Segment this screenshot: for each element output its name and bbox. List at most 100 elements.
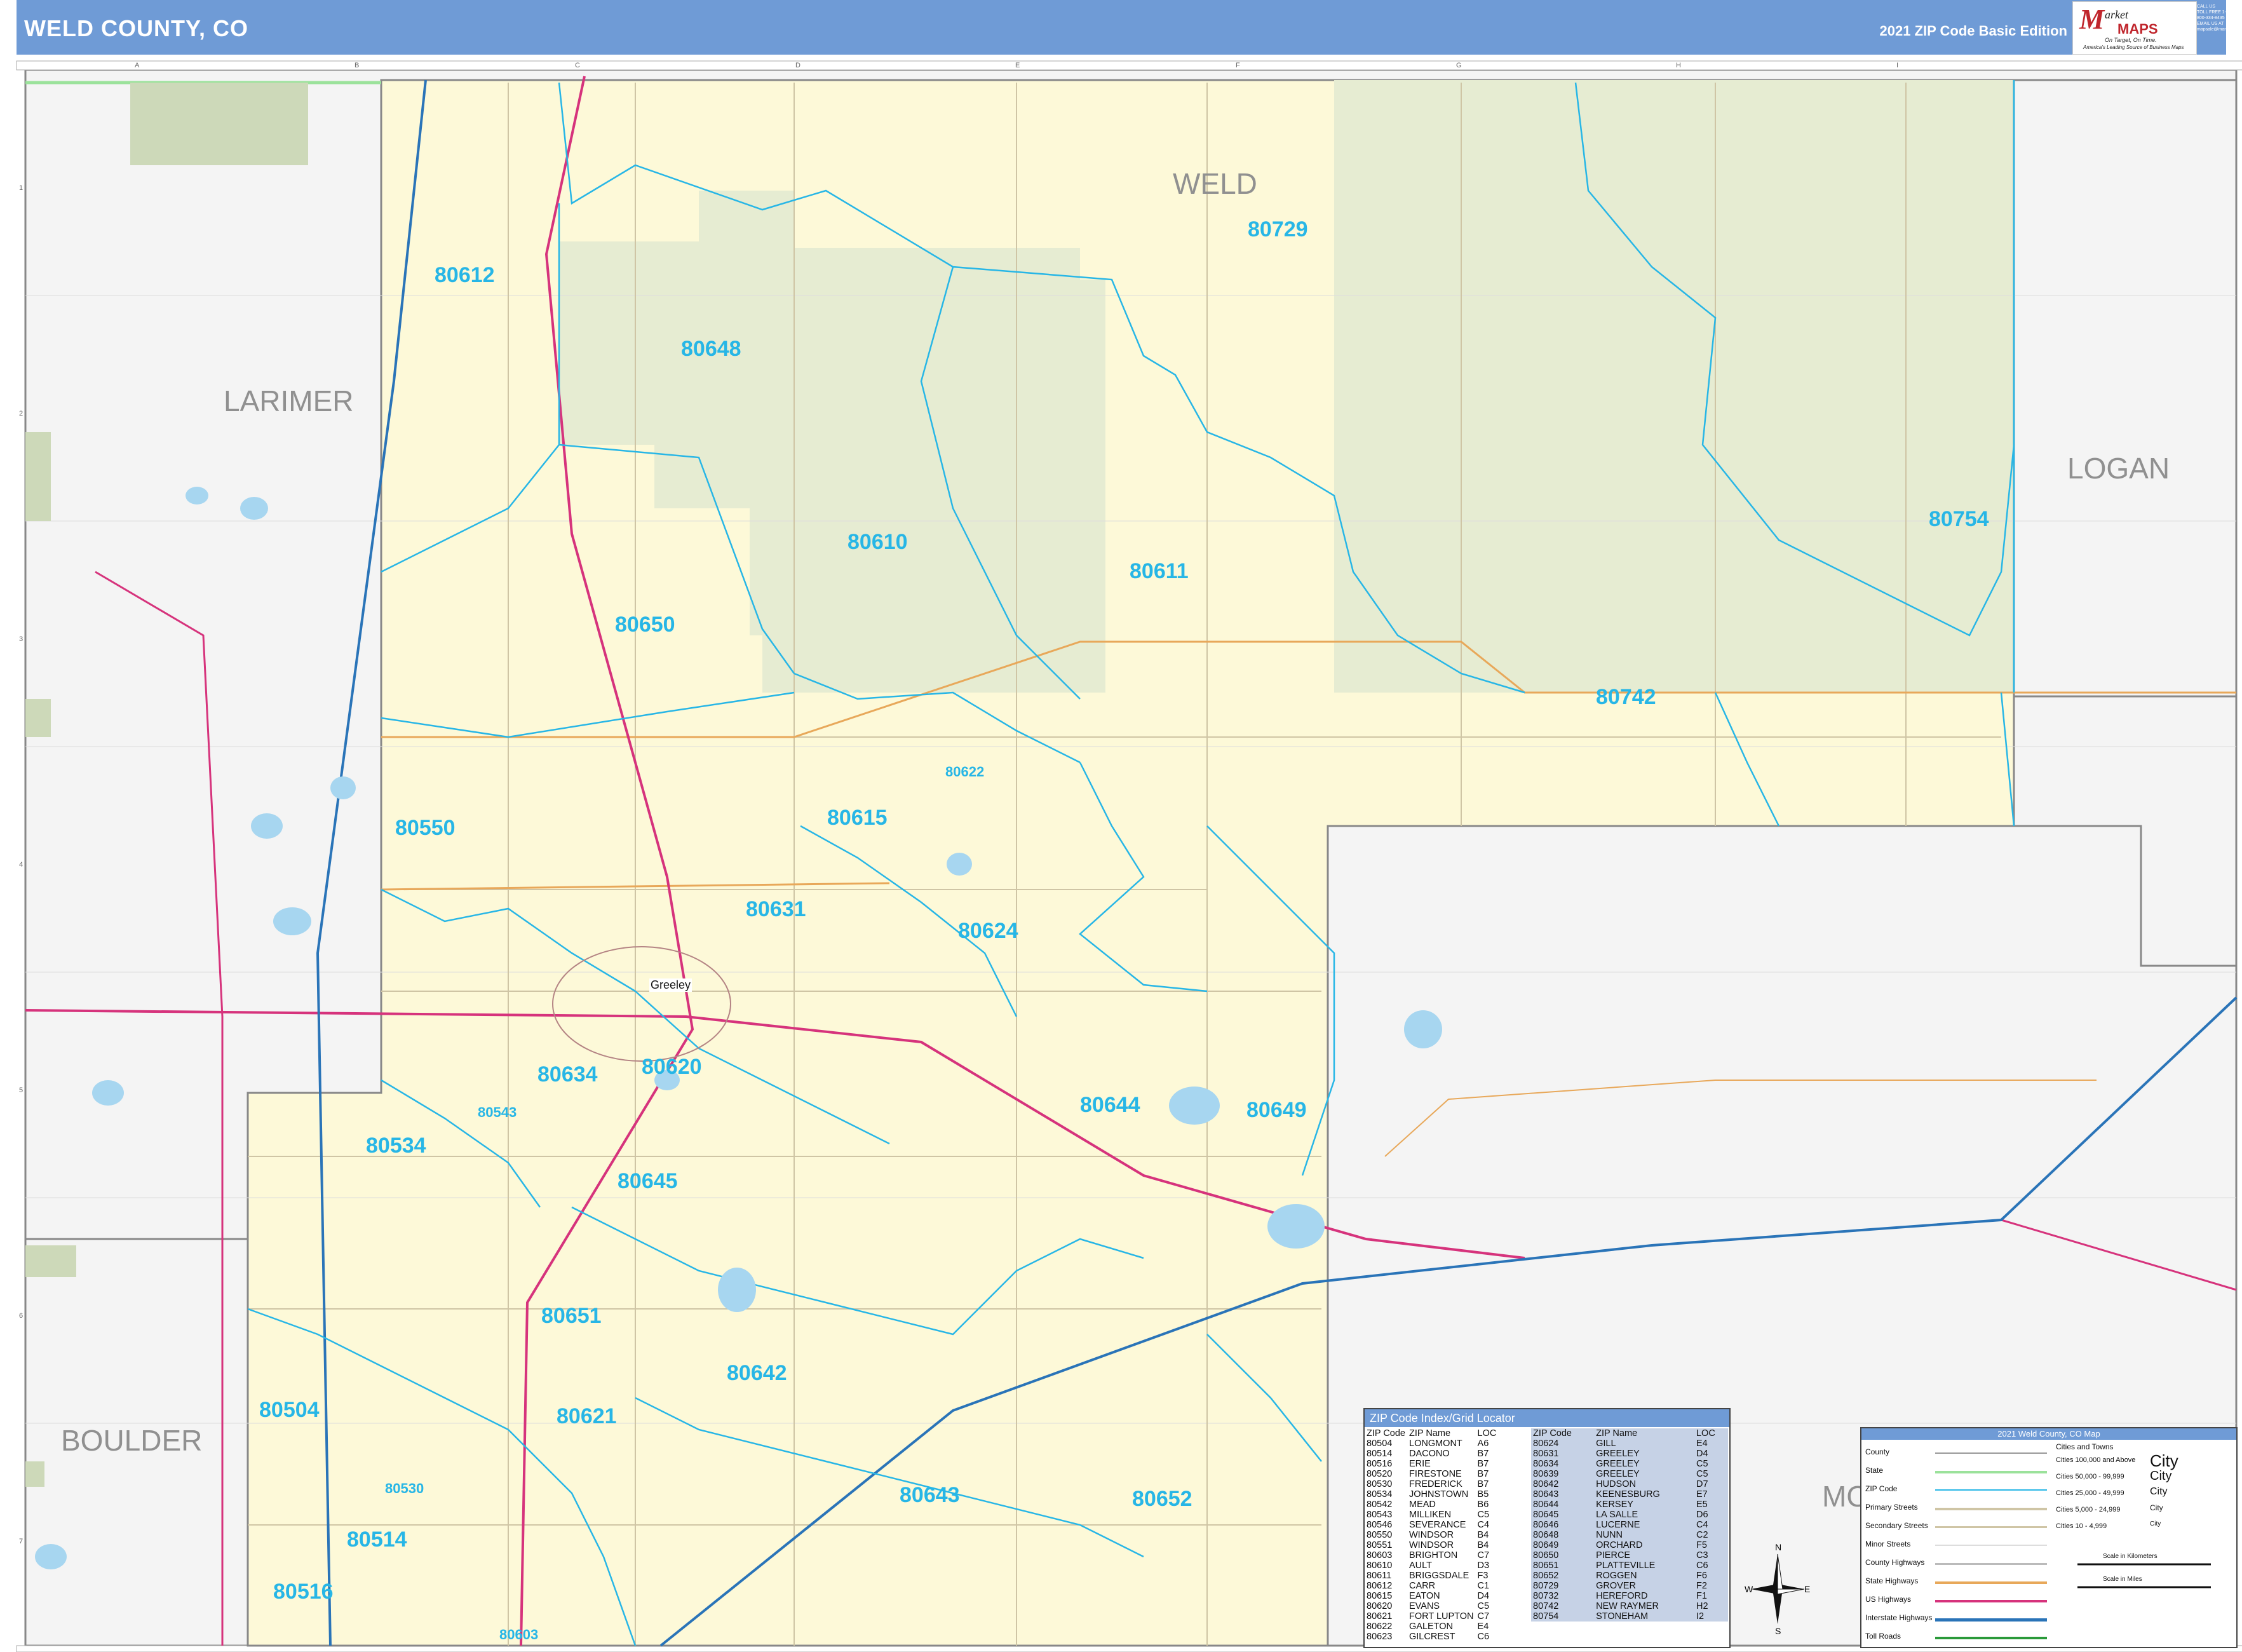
index-row: 80645 LA SALLE D6 <box>1531 1510 1728 1520</box>
grid-col-c: C <box>575 62 580 69</box>
index-cell-name: ROGGEN <box>1596 1571 1637 1581</box>
zip-label-80612: 80612 <box>435 263 495 287</box>
legend-city-sample: City <box>2150 1469 2172 1483</box>
index-cell-name: PIERCE <box>1596 1550 1631 1561</box>
index-cell-name: LONGMONT <box>1409 1439 1462 1449</box>
zip-label-80729: 80729 <box>1248 217 1308 241</box>
zip-label-80534: 80534 <box>366 1134 426 1158</box>
index-cell-zip: 80651 <box>1533 1561 1559 1571</box>
index-cell-zip: 80621 <box>1367 1611 1393 1622</box>
legend-line-sample <box>1935 1471 2047 1473</box>
index-cell-loc: D4 <box>1477 1591 1490 1601</box>
county-label-weld: WELD <box>1173 167 1257 200</box>
legend-line-sample <box>1935 1526 2047 1528</box>
index-cell-zip: 80742 <box>1533 1601 1559 1611</box>
index-cell-loc: B5 <box>1477 1489 1489 1500</box>
legend-line-sample <box>1935 1581 2047 1584</box>
index-cell-name: LA SALLE <box>1596 1510 1638 1520</box>
index-cell-loc: B7 <box>1477 1459 1489 1469</box>
map-canvas[interactable] <box>0 0 2242 1652</box>
zip-label-80610: 80610 <box>848 530 908 554</box>
legend-line-sample <box>1935 1600 2047 1602</box>
index-cell-loc: C5 <box>1477 1601 1490 1611</box>
zip-label-80648: 80648 <box>681 337 741 361</box>
index-header-zip: ZIP Code <box>1533 1428 1572 1439</box>
index-cell-zip: 80546 <box>1367 1520 1393 1530</box>
index-cell-loc: C4 <box>1696 1520 1708 1530</box>
index-cell-name: BRIGGSDALE <box>1409 1571 1469 1581</box>
zip-index-panel: ZIP Code Index/Grid Locator ZIP Code ZIP… <box>1363 1408 1731 1648</box>
index-cell-zip: 80650 <box>1533 1550 1559 1561</box>
index-cell-zip: 80646 <box>1533 1520 1559 1530</box>
index-row: 80643 KEENESBURG E7 <box>1531 1489 1728 1500</box>
index-row: 80648 NUNN C2 <box>1531 1530 1728 1540</box>
zip-label-80754: 80754 <box>1929 507 1989 531</box>
index-cell-loc: F1 <box>1696 1591 1707 1601</box>
index-cell-loc: B6 <box>1477 1500 1489 1510</box>
legend-cities-title: Cities and Towns <box>2056 1442 2114 1451</box>
index-row: 80534 JOHNSTOWN B5 <box>1365 1489 1498 1500</box>
index-cell-zip: 80534 <box>1367 1489 1393 1500</box>
grid-col-f: F <box>1236 62 1240 69</box>
compass-e: E <box>1804 1584 1810 1594</box>
index-cell-name: SEVERANCE <box>1409 1520 1466 1530</box>
zip-index-title: ZIP Code Index/Grid Locator <box>1365 1409 1729 1427</box>
zip-label-80642: 80642 <box>727 1361 787 1385</box>
index-row: 80634 GREELEY C5 <box>1531 1459 1728 1469</box>
index-cell-name: NEW RAYMER <box>1596 1601 1659 1611</box>
index-cell-zip: 80754 <box>1533 1611 1559 1622</box>
legend-line-sample <box>1935 1545 2047 1546</box>
legend-line-sample <box>1935 1508 2047 1510</box>
index-cell-zip: 80530 <box>1367 1479 1393 1489</box>
legend-panel: 2021 Weld County, CO Map County State ZIP … <box>1860 1427 2238 1648</box>
index-cell-zip: 80603 <box>1367 1550 1393 1561</box>
index-cell-name: KEENESBURG <box>1596 1489 1660 1500</box>
index-cell-name: ERIE <box>1409 1459 1431 1469</box>
index-cell-zip: 80631 <box>1533 1449 1559 1459</box>
legend-city-sample: City <box>2150 1451 2178 1471</box>
zip-index-table-right: ZIP Code ZIP Name LOC 80624 GILL E4 80631 GR… <box>1531 1428 1728 1622</box>
index-row: 80516 ERIE B7 <box>1365 1459 1498 1469</box>
index-cell-zip: 80652 <box>1533 1571 1559 1581</box>
index-cell-loc: C4 <box>1477 1520 1490 1530</box>
grid-col-i: I <box>1896 62 1899 69</box>
index-cell-name: WINDSOR <box>1409 1530 1454 1540</box>
zip-label-80622: 80622 <box>945 764 985 780</box>
index-cell-name: JOHNSTOWN <box>1409 1489 1469 1500</box>
index-cell-zip: 80624 <box>1533 1439 1559 1449</box>
index-cell-name: HEREFORD <box>1596 1591 1648 1601</box>
index-cell-loc: C2 <box>1696 1530 1708 1540</box>
legend-city-sample: City <box>2150 1486 2168 1498</box>
index-cell-name: FREDERICK <box>1409 1479 1462 1489</box>
index-cell-loc: F3 <box>1477 1571 1489 1581</box>
compass-w: W <box>1745 1584 1753 1594</box>
scale-bars <box>2077 1563 2211 1588</box>
zip-label-80631: 80631 <box>746 897 806 921</box>
index-cell-zip: 80514 <box>1367 1449 1393 1459</box>
compass-s: S <box>1775 1626 1781 1636</box>
index-row: 80514 DACONO B7 <box>1365 1449 1498 1459</box>
grid-row-5: 5 <box>19 1087 24 1094</box>
legend-item-label: County Highways <box>1865 1558 1925 1567</box>
zip-label-80649: 80649 <box>1246 1098 1307 1122</box>
index-cell-name: GILL <box>1596 1439 1616 1449</box>
index-row: 80729 GROVER F2 <box>1531 1581 1728 1591</box>
index-cell-loc: C7 <box>1477 1550 1490 1561</box>
zip-label-80651: 80651 <box>541 1304 602 1328</box>
index-cell-name: HUDSON <box>1596 1479 1636 1489</box>
legend-item-label: State Highways <box>1865 1576 1919 1585</box>
index-cell-zip: 80551 <box>1367 1540 1393 1550</box>
zip-label-80634: 80634 <box>537 1062 598 1087</box>
index-cell-loc: C1 <box>1477 1581 1490 1591</box>
index-cell-zip: 80611 <box>1367 1571 1392 1581</box>
legend-city-size-label: Cities 25,000 - 49,999 <box>2056 1489 2124 1497</box>
index-cell-loc: E4 <box>1477 1622 1489 1632</box>
index-cell-loc: B7 <box>1477 1449 1489 1459</box>
grid-col-e: E <box>1015 62 1020 69</box>
grid-row-7: 7 <box>19 1538 24 1545</box>
county-label-logan: LOGAN <box>2067 452 2170 485</box>
legend-line-sample <box>1935 1452 2047 1454</box>
index-row: 80623 GILCREST C6 <box>1365 1632 1498 1642</box>
index-cell-loc: C6 <box>1477 1632 1490 1642</box>
grid-row-3: 3 <box>19 635 24 643</box>
